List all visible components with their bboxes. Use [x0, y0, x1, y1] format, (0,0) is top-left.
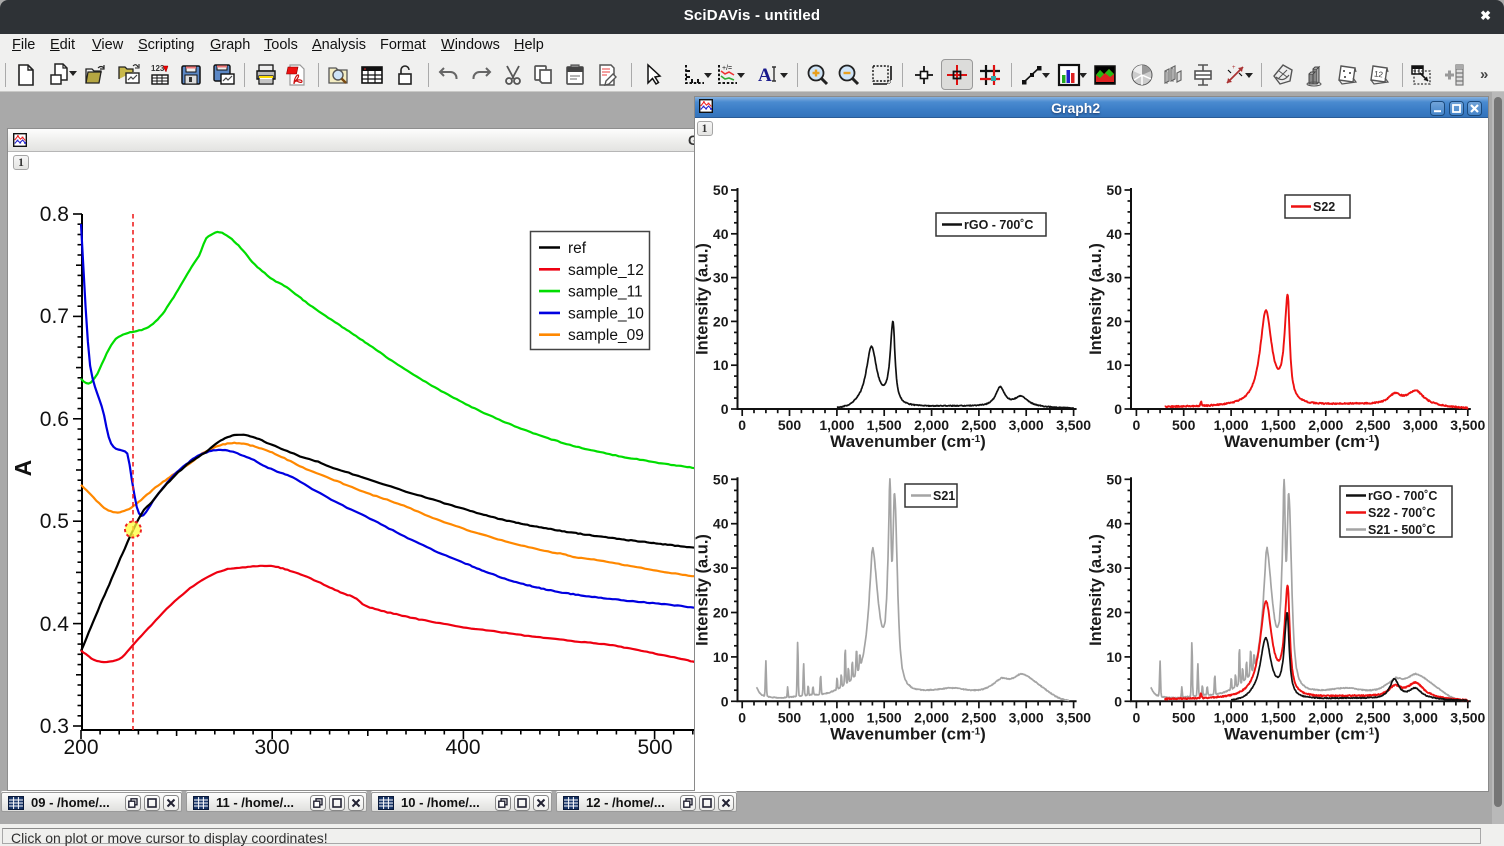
svg-text:S22 - 700˚C: S22 - 700˚C [1368, 506, 1435, 520]
svg-text:0: 0 [721, 693, 729, 709]
svg-text:10: 10 [1106, 357, 1122, 373]
svg-text:40: 40 [713, 516, 729, 532]
svg-text:30: 30 [713, 560, 729, 576]
svg-text:300: 300 [254, 736, 289, 759]
svg-text:1,500: 1,500 [867, 417, 902, 433]
svg-text:2,000: 2,000 [1308, 709, 1343, 725]
svg-text:500: 500 [778, 709, 802, 725]
svg-text:10: 10 [713, 357, 729, 373]
svg-text:sample_11: sample_11 [568, 284, 643, 301]
svg-text:Intensity (a.u.): Intensity (a.u.) [695, 243, 712, 355]
svg-text:40: 40 [1106, 516, 1122, 532]
svg-text:12: 12 [1373, 69, 1384, 79]
svg-text:3,000: 3,000 [1009, 709, 1044, 725]
svg-text:3,000: 3,000 [1403, 417, 1438, 433]
svg-text:1,000: 1,000 [1214, 709, 1249, 725]
svg-text:Intensity (a.u.): Intensity (a.u.) [1087, 534, 1105, 646]
svg-text:500: 500 [1172, 417, 1196, 433]
svg-text:500: 500 [637, 736, 672, 759]
svg-text:Intensity (a.u.): Intensity (a.u.) [695, 534, 712, 646]
svg-text:0: 0 [1114, 401, 1122, 417]
svg-text:30: 30 [1106, 270, 1122, 286]
svg-text:Wavenumber (cm-1): Wavenumber (cm-1) [1224, 432, 1380, 451]
svg-text:40: 40 [713, 226, 729, 242]
svg-text:Wavenumber (cm-1): Wavenumber (cm-1) [830, 724, 986, 743]
svg-text:0.5: 0.5 [40, 510, 69, 533]
svg-text:2,000: 2,000 [914, 709, 949, 725]
svg-text:20: 20 [1106, 313, 1122, 329]
svg-text:Wavenumber (cm-1): Wavenumber (cm-1) [830, 432, 986, 451]
svg-text:0.6: 0.6 [40, 408, 69, 431]
svg-text:0.4: 0.4 [40, 613, 70, 636]
svg-text:0: 0 [1133, 417, 1141, 433]
svg-text:+: + [1232, 65, 1236, 71]
svg-text:50: 50 [713, 471, 729, 487]
svg-text:sample_12: sample_12 [568, 262, 644, 279]
svg-text:0: 0 [738, 417, 746, 433]
svg-text:0: 0 [1114, 693, 1122, 709]
svg-text:0: 0 [1133, 709, 1141, 725]
svg-text:2,000: 2,000 [1308, 417, 1343, 433]
svg-text:A: A [10, 460, 36, 477]
svg-text:3,500: 3,500 [1056, 417, 1091, 433]
svg-text:sample_10: sample_10 [568, 305, 644, 322]
svg-text:rGO - 700˚C: rGO - 700˚C [964, 218, 1033, 232]
svg-text:+/=: +/= [722, 65, 732, 72]
svg-text:200: 200 [63, 736, 98, 759]
svg-text:20: 20 [713, 605, 729, 621]
svg-text:rGO - 700˚C: rGO - 700˚C [1368, 489, 1437, 503]
svg-text:1,000: 1,000 [1214, 417, 1249, 433]
svg-text:2,500: 2,500 [961, 709, 996, 725]
svg-text:1,000: 1,000 [819, 709, 854, 725]
svg-text:0: 0 [721, 401, 729, 417]
svg-text:2,000: 2,000 [914, 417, 949, 433]
svg-text:sample_09: sample_09 [568, 327, 644, 344]
svg-text:1,500: 1,500 [1261, 417, 1296, 433]
svg-text:S21 - 500˚C: S21 - 500˚C [1368, 523, 1435, 537]
svg-text:2,500: 2,500 [1356, 709, 1391, 725]
svg-text:1,500: 1,500 [867, 709, 902, 725]
svg-text:50: 50 [713, 182, 729, 198]
svg-text:0.3: 0.3 [40, 715, 69, 738]
svg-text:3,500: 3,500 [1450, 709, 1485, 725]
svg-text:A: A [758, 65, 772, 86]
svg-text:3,500: 3,500 [1450, 417, 1485, 433]
svg-text:123: 123 [151, 64, 165, 73]
svg-text:ref: ref [568, 240, 587, 257]
svg-text:0: 0 [738, 709, 746, 725]
svg-text:10: 10 [1106, 649, 1122, 665]
svg-text:50: 50 [1106, 182, 1122, 198]
svg-text:20: 20 [1106, 605, 1122, 621]
svg-text:0.7: 0.7 [40, 305, 69, 328]
svg-text:3,000: 3,000 [1009, 417, 1044, 433]
svg-text:Wavenumber (cm-1): Wavenumber (cm-1) [1224, 724, 1380, 743]
svg-text:40: 40 [1106, 226, 1122, 242]
svg-text:S21: S21 [933, 489, 955, 503]
svg-text:30: 30 [1106, 560, 1122, 576]
svg-text:S22: S22 [1313, 200, 1335, 214]
svg-text:10: 10 [713, 649, 729, 665]
svg-text:20: 20 [713, 313, 729, 329]
svg-text:3,000: 3,000 [1403, 709, 1438, 725]
svg-text:3,500: 3,500 [1056, 709, 1091, 725]
svg-text:2,500: 2,500 [1356, 417, 1391, 433]
svg-text:0.8: 0.8 [40, 203, 69, 226]
svg-text:500: 500 [1172, 709, 1196, 725]
svg-text:500: 500 [778, 417, 802, 433]
svg-text:400: 400 [445, 736, 480, 759]
svg-text:2,500: 2,500 [961, 417, 996, 433]
svg-text:30: 30 [713, 270, 729, 286]
svg-text:50: 50 [1106, 471, 1122, 487]
svg-text:1,500: 1,500 [1261, 709, 1296, 725]
svg-text:Intensity (a.u.): Intensity (a.u.) [1087, 243, 1105, 355]
svg-text:1,000: 1,000 [819, 417, 854, 433]
